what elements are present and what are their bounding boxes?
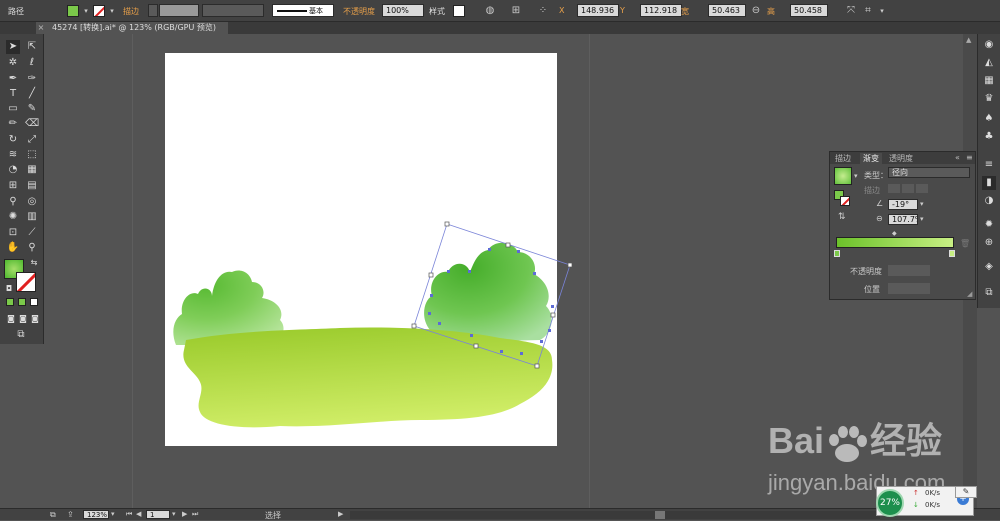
stop-opacity-field[interactable]	[888, 265, 930, 276]
pen-icon[interactable]: ✎	[955, 486, 977, 498]
download-speed: 0K/s	[925, 501, 941, 509]
aspect-ratio-field[interactable]: 107.7%	[888, 214, 918, 225]
gradient-slider[interactable]	[836, 237, 954, 248]
current-tool-label: 选择	[265, 511, 281, 520]
color-guide-icon[interactable]: ✹	[982, 218, 996, 232]
aspect-ratio-icon: ⊖	[876, 214, 883, 223]
location-label: 位置	[864, 285, 880, 294]
type-label: 类型：	[864, 171, 888, 180]
gradient-type-select[interactable]: 径向	[888, 167, 970, 178]
chevron-down-icon[interactable]: ▾	[172, 510, 176, 518]
zoom-field[interactable]: 123%	[83, 510, 109, 519]
horizontal-scrollbar[interactable]	[350, 511, 880, 519]
collapse-icon[interactable]: «	[955, 153, 960, 162]
opacity-label: 不透明度	[850, 267, 882, 276]
chevron-down-icon[interactable]: ▾	[920, 215, 924, 223]
stroke-gradient-option[interactable]	[916, 184, 928, 193]
reverse-gradient-icon[interactable]: ⇅	[838, 212, 846, 222]
panel-menu-icon[interactable]: ≡	[966, 153, 973, 162]
stop-location-field[interactable]	[888, 283, 930, 294]
gradient-panel-icon[interactable]: ▮	[982, 176, 996, 190]
ground-shape	[183, 327, 553, 428]
tab-stroke[interactable]: 描边	[832, 153, 854, 164]
stroke-panel-icon[interactable]: ≡	[982, 158, 996, 172]
tab-gradient[interactable]: 渐变	[860, 153, 882, 164]
swatches-icon[interactable]: ▦	[982, 74, 996, 88]
last-artboard-icon[interactable]: ⏭	[192, 510, 198, 519]
asset-export-icon[interactable]: ⊕	[982, 236, 996, 250]
tab-transparency[interactable]: 透明度	[886, 153, 916, 164]
gradient-stop-start[interactable]	[834, 250, 840, 257]
angle-field[interactable]: -19°	[888, 199, 918, 210]
resize-grip-icon[interactable]: ◢	[967, 290, 972, 298]
next-artboard-icon[interactable]: ▶	[182, 510, 187, 518]
scroll-thumb[interactable]	[655, 511, 665, 519]
stroke-gradient-option[interactable]	[902, 184, 914, 193]
share-icon[interactable]: ⧉	[50, 510, 56, 520]
download-arrow-icon: ↓	[913, 501, 919, 509]
transparency-panel-icon[interactable]: ◑	[982, 194, 996, 208]
paw-logo-icon	[824, 425, 870, 463]
artboards-icon[interactable]: ⧉	[982, 286, 996, 300]
chevron-down-icon[interactable]: ▾	[854, 172, 858, 180]
layers-icon[interactable]: ◈	[982, 260, 996, 274]
stroke-mini-swatch[interactable]	[840, 196, 850, 206]
midpoint-diamond-icon[interactable]: ◆	[892, 230, 897, 237]
gradient-thumbnail[interactable]	[834, 167, 852, 185]
delete-stop-icon[interactable]: 🗑	[960, 239, 970, 248]
network-percent-badge[interactable]: 27%	[876, 489, 904, 517]
stroke-gradient-option[interactable]	[888, 184, 900, 193]
gradient-stop-end[interactable]	[949, 250, 955, 257]
chevron-down-icon[interactable]: ▾	[920, 200, 924, 208]
appearance-icon[interactable]: ◉	[982, 38, 996, 52]
export-icon[interactable]: ⇪	[67, 510, 74, 519]
chevron-down-icon[interactable]: ▾	[111, 510, 115, 518]
symbols-club-icon[interactable]: ♣	[982, 130, 996, 144]
prev-artboard-icon[interactable]: ◀	[136, 510, 141, 518]
status-menu-icon[interactable]: ▶	[338, 510, 343, 518]
right-bush	[424, 242, 552, 342]
baidu-watermark-logo: Bai 经验	[768, 420, 943, 463]
panel-dock: ◉ ◭ ▦ ♛ ♠ ♣ ≡ ▮ ◑ ✹ ⊕ ◈ ⧉	[977, 34, 1000, 308]
brushes-icon[interactable]: ♛	[982, 92, 996, 106]
artboard-number-field[interactable]: 1	[146, 510, 170, 519]
scroll-up-icon[interactable]: ▲	[966, 36, 971, 44]
stroke-label: 描边	[864, 186, 880, 195]
status-bar: ⧉ ⇪ 123% ▾ ⏮ ◀ 1 ▾ ▶ ⏭ 选择 ▶	[0, 508, 1000, 520]
symbols-icon[interactable]: ♠	[982, 112, 996, 126]
upload-arrow-icon: ↑	[913, 489, 919, 497]
first-artboard-icon[interactable]: ⏮	[126, 510, 132, 519]
angle-icon: ∠	[876, 199, 884, 208]
upload-speed: 0K/s	[925, 489, 941, 497]
graphic-styles-icon[interactable]: ◭	[982, 56, 996, 70]
gradient-panel: 描边 渐变 透明度 « ≡ ▾ 类型： 径向 描边 ⇅ ∠ -19° ▾ ⊖ 1…	[829, 151, 976, 300]
